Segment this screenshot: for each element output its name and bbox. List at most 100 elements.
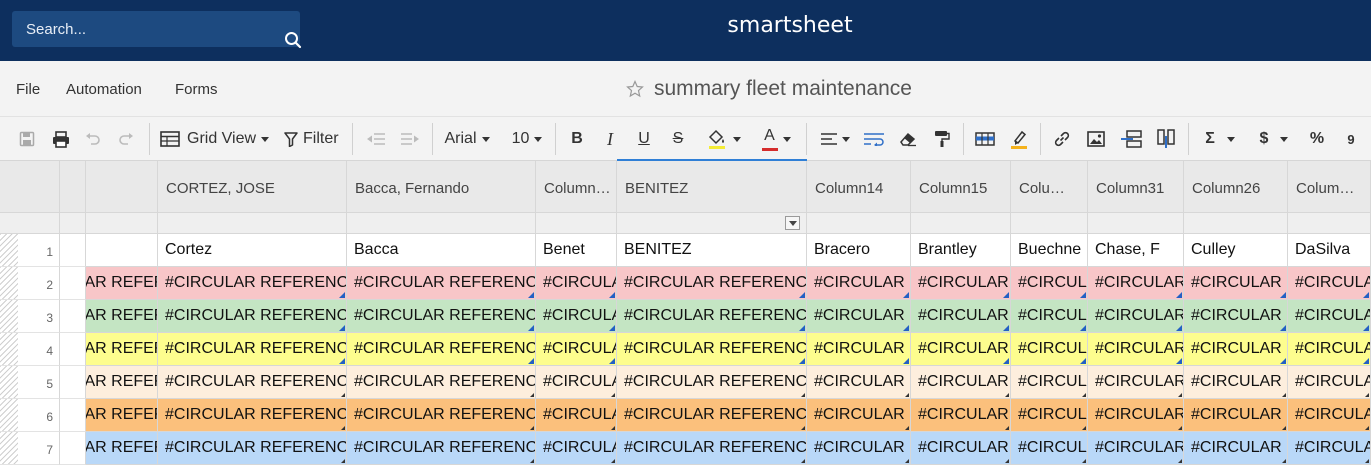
row-attachment-cell[interactable] <box>60 267 86 300</box>
grid-cell[interactable]: #CIRCULAR REFERENCE <box>807 267 911 300</box>
column-header[interactable]: Column14 <box>807 161 911 213</box>
grid-cell[interactable]: Chase, F <box>1088 234 1184 267</box>
grid-cell[interactable]: #CIRCULAR REFERENCE <box>1088 267 1184 300</box>
grid-cell[interactable]: #CIRCULAR REFERENCE <box>617 432 807 465</box>
row-number[interactable]: 6 <box>18 399 60 432</box>
menu-automation[interactable]: Automation <box>66 81 142 98</box>
grid-cell[interactable]: #CIRCULAR REFERENCE <box>1011 432 1088 465</box>
grid-cell[interactable]: #CIRCULAR REFERENCE <box>536 300 617 333</box>
grid-cell[interactable]: #CIRCULAR REFERENCE <box>1184 399 1288 432</box>
grid-cell[interactable]: #CIRCULAR REFERENCE <box>536 399 617 432</box>
grid-cell[interactable]: #CIRCULAR REFERENCE <box>1011 300 1088 333</box>
outdent-button[interactable] <box>362 117 390 161</box>
grid-cell[interactable]: #CIRCULAR REFERENCE <box>1184 300 1288 333</box>
sum-button[interactable]: Σ <box>1198 117 1242 161</box>
grid-cell[interactable]: #CIRCULAR REFERENCE <box>536 432 617 465</box>
row-number[interactable]: 5 <box>18 366 60 399</box>
column-header[interactable]: Colu… <box>1011 161 1088 213</box>
row-number[interactable]: 1 <box>18 234 60 267</box>
row-attachment-cell[interactable] <box>60 234 86 267</box>
grid-cell[interactable]: #CIRCULAR REFERENCE <box>158 300 347 333</box>
grid-cell[interactable]: #CIRCULAR REFERENCE <box>86 399 158 432</box>
grid-cell[interactable]: Bracero <box>807 234 911 267</box>
row-attachment-cell[interactable] <box>60 399 86 432</box>
grid-cell[interactable]: #CIRCULAR REFERENCE <box>1088 366 1184 399</box>
grid-cell[interactable]: #CIRCULAR REFERENCE <box>1288 333 1371 366</box>
grid-cell[interactable]: #CIRCULAR REFERENCE <box>1288 432 1371 465</box>
column-header[interactable]: BENITEZ <box>617 161 807 213</box>
bold-button[interactable]: B <box>565 117 589 161</box>
fill-color-button[interactable] <box>700 117 746 161</box>
grid-cell[interactable]: #CIRCULAR REFERENCE <box>347 333 536 366</box>
grid-cell[interactable]: #CIRCULAR REFERENCE <box>1011 333 1088 366</box>
grid-cell[interactable]: Culley <box>1184 234 1288 267</box>
header-primary-column[interactable] <box>86 161 158 213</box>
insert-column-button[interactable] <box>1152 117 1180 161</box>
row-attachment-cell[interactable] <box>60 432 86 465</box>
indent-button[interactable] <box>396 117 424 161</box>
print-button[interactable] <box>47 117 75 161</box>
grid-cell[interactable]: #CIRCULAR REFERENCE <box>347 432 536 465</box>
grid-cell[interactable]: #CIRCULAR REFERENCE <box>1184 333 1288 366</box>
grid-cell[interactable]: #CIRCULAR REFERENCE <box>911 432 1011 465</box>
redo-button[interactable] <box>113 117 139 161</box>
grid-cell[interactable]: #CIRCULAR REFERENCE <box>807 366 911 399</box>
grid-cell[interactable]: BENITEZ <box>617 234 807 267</box>
format-painter-button[interactable] <box>928 117 956 161</box>
grid-cell[interactable]: #CIRCULAR REFERENCE <box>1184 432 1288 465</box>
grid-cell[interactable]: #CIRCULAR REFERENCE <box>158 432 347 465</box>
search-input[interactable] <box>12 11 262 47</box>
column-header[interactable]: Column31 <box>1088 161 1184 213</box>
grid-cell[interactable]: #CIRCULAR REFERENCE <box>911 399 1011 432</box>
grid-cell[interactable]: #CIRCULAR REFERENCE <box>536 366 617 399</box>
grid-cell[interactable]: #CIRCULAR REFERENCE <box>347 399 536 432</box>
grid-cell[interactable]: #CIRCULAR REFERENCE <box>911 333 1011 366</box>
row-drag-handle[interactable] <box>0 234 18 267</box>
grid-cell[interactable]: Brantley <box>911 234 1011 267</box>
grid-cell[interactable]: #CIRCULAR REFERENCE <box>617 333 807 366</box>
grid-cell[interactable]: #CIRCULAR REFERENCE <box>807 432 911 465</box>
grid-cell[interactable]: #CIRCULAR REFERENCE <box>536 333 617 366</box>
grid-cell[interactable]: #CIRCULAR REFERENCE <box>86 333 158 366</box>
grid-cell[interactable]: #CIRCULAR REFERENCE <box>86 366 158 399</box>
insert-image-button[interactable] <box>1082 117 1110 161</box>
row-drag-handle[interactable] <box>0 366 18 399</box>
grid-cell[interactable]: Benet <box>536 234 617 267</box>
grid-cell[interactable]: #CIRCULAR REFERENCE <box>1088 399 1184 432</box>
grid-cell[interactable]: #CIRCULAR REFERENCE <box>617 267 807 300</box>
grid-cell[interactable] <box>86 234 158 267</box>
align-button[interactable] <box>815 117 855 161</box>
column-header[interactable]: Colum… <box>1288 161 1371 213</box>
grid-cell[interactable]: #CIRCULAR REFERENCE <box>1184 267 1288 300</box>
percent-button[interactable]: % <box>1304 117 1330 161</box>
text-color-button[interactable]: A <box>753 117 799 161</box>
conditional-format-button[interactable] <box>971 117 999 161</box>
menu-file[interactable]: File <box>16 81 40 98</box>
row-drag-handle[interactable] <box>0 432 18 465</box>
grid-cell[interactable]: #CIRCULAR REFERENCE <box>347 366 536 399</box>
grid-cell[interactable]: DaSilva <box>1288 234 1371 267</box>
undo-button[interactable] <box>80 117 106 161</box>
grid-cell[interactable]: #CIRCULAR REFERENCE <box>1011 399 1088 432</box>
grid-cell[interactable]: #CIRCULAR REFERENCE <box>617 399 807 432</box>
column-header[interactable]: CORTEZ, JOSE <box>158 161 347 213</box>
grid-cell[interactable]: #CIRCULAR REFERENCE <box>86 300 158 333</box>
row-drag-handle[interactable] <box>0 300 18 333</box>
grid-cell[interactable]: Buechne <box>1011 234 1088 267</box>
grid-cell[interactable]: #CIRCULAR REFERENCE <box>1088 333 1184 366</box>
search-icon[interactable] <box>284 31 302 49</box>
menu-forms[interactable]: Forms <box>175 81 218 98</box>
row-attachment-cell[interactable] <box>60 366 86 399</box>
currency-button[interactable]: $ <box>1252 117 1296 161</box>
grid-cell[interactable]: #CIRCULAR REFERENCE <box>1088 300 1184 333</box>
grid-cell[interactable]: #CIRCULAR REFERENCE <box>347 267 536 300</box>
column-header[interactable]: Column15 <box>911 161 1011 213</box>
strikethrough-button[interactable]: S <box>666 117 690 161</box>
favorite-star-icon[interactable] <box>626 80 644 98</box>
row-drag-handle[interactable] <box>0 267 18 300</box>
insert-row-button[interactable] <box>1116 117 1146 161</box>
grid-cell[interactable]: #CIRCULAR REFERENCE <box>1288 267 1371 300</box>
highlight-changes-button[interactable] <box>1005 117 1033 161</box>
grid-cell[interactable]: #CIRCULAR REFERENCE <box>86 432 158 465</box>
font-family-select[interactable]: Arial <box>440 117 494 161</box>
